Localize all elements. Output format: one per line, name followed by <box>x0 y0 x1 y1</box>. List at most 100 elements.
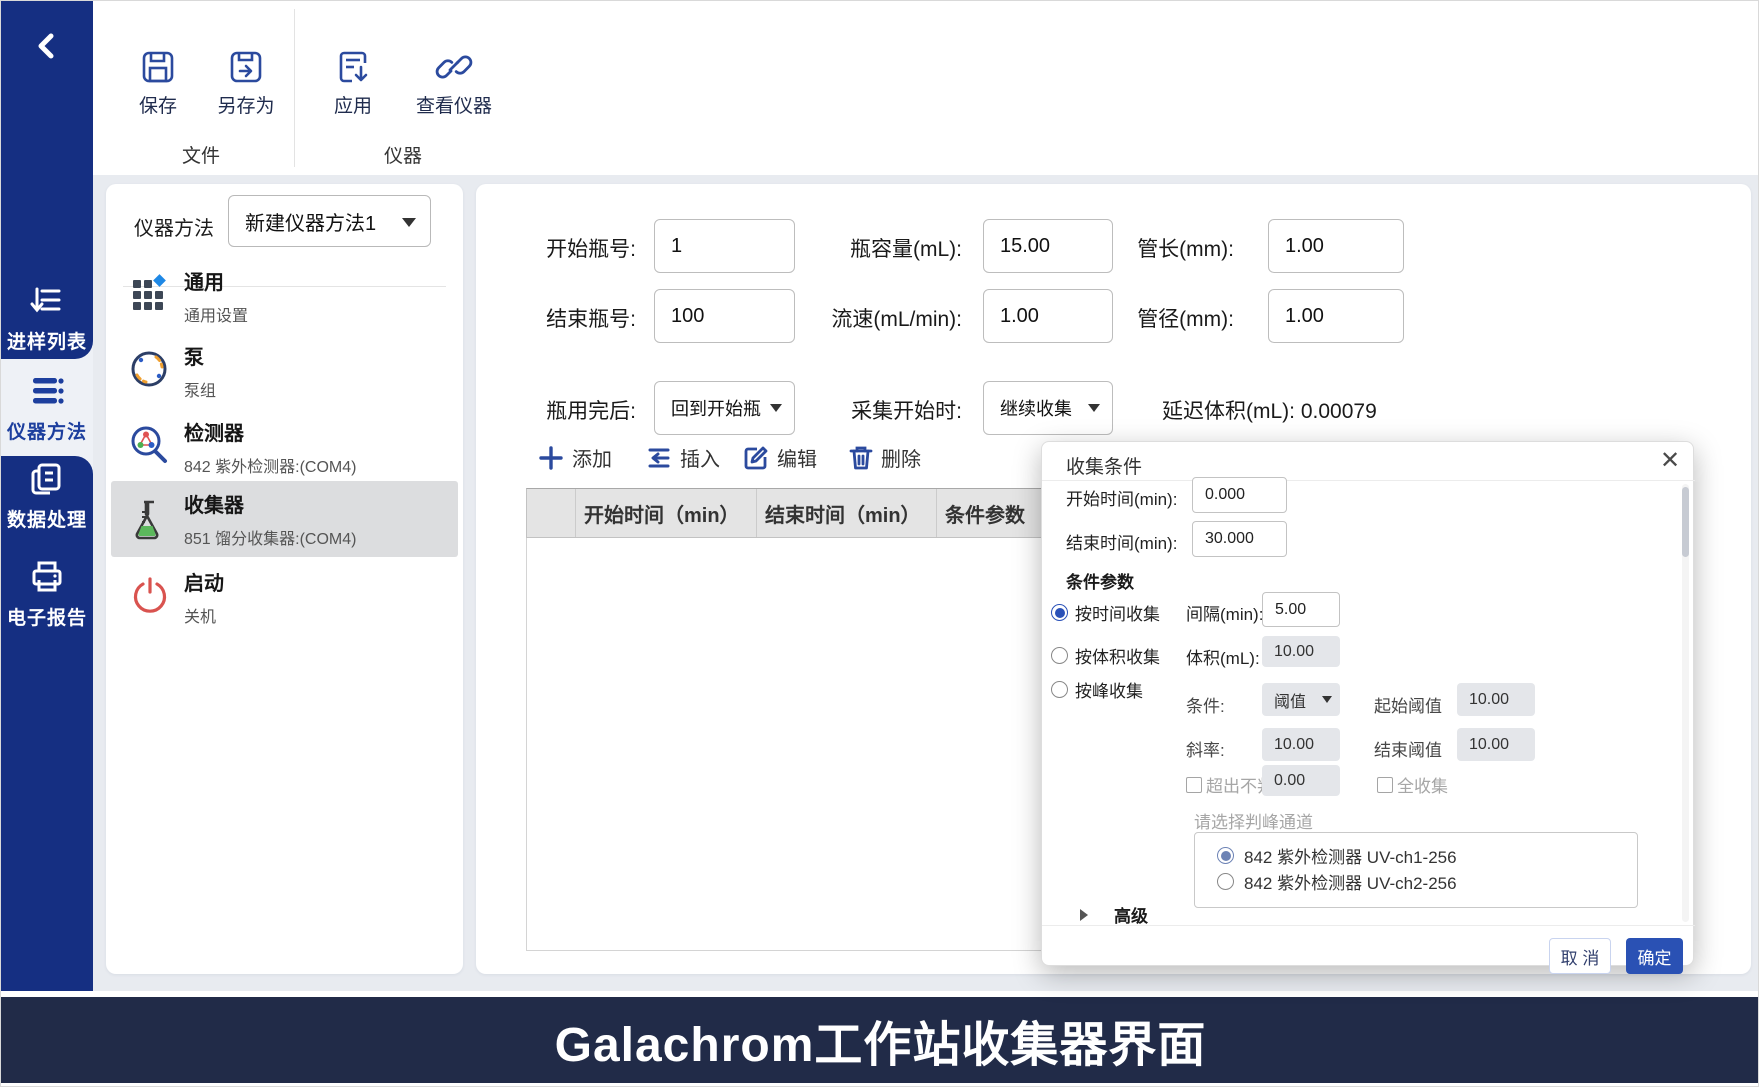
edit-button[interactable]: 编辑 <box>743 443 817 472</box>
delete-button[interactable]: 删除 <box>849 443 921 472</box>
module-item-general[interactable]: 通用 通用设置 <box>106 261 463 333</box>
dlg-start-time-value: 0.000 <box>1205 486 1245 504</box>
view-instrument-label: 查看仪器 <box>406 91 502 118</box>
bottle-volume-label: 瓶容量(mL): <box>771 233 962 263</box>
method-panel: 仪器方法 新建仪器方法1 通用 通用设置 <box>106 184 463 974</box>
plus-icon <box>538 445 564 471</box>
cancel-button[interactable]: 取 消 <box>1549 938 1611 974</box>
module-item-detector[interactable]: 检测器 842 紫外检测器:(COM4) <box>106 412 463 484</box>
dlg-slope-label: 斜率: <box>1186 736 1225 761</box>
ok-button[interactable]: 确定 <box>1626 938 1683 974</box>
collector-flask-icon <box>129 498 169 540</box>
flow-rate-value: 1.00 <box>1000 305 1039 328</box>
dlg-volume-input: 10.00 <box>1262 636 1340 667</box>
advanced-label: 高级 <box>1114 902 1148 927</box>
channel-label: 842 紫外检测器 UV-ch1-256 <box>1244 843 1457 868</box>
apply-button[interactable]: 应用 <box>308 49 398 118</box>
sidebar-item-label: 进样列表 <box>1 327 93 354</box>
dialog-scrollbar-thumb[interactable] <box>1682 487 1689 557</box>
tube-diameter-value: 1.00 <box>1285 305 1324 328</box>
module-item-startup[interactable]: 启动 关机 <box>106 562 463 634</box>
dlg-end-time-label: 结束时间(min): <box>1066 529 1177 554</box>
acquisition-start-label: 采集开始时: <box>771 395 962 425</box>
dlg-start-time-input[interactable]: 0.000 <box>1192 477 1287 513</box>
dlg-end-threshold-label: 结束阈值 <box>1374 736 1442 761</box>
toolbar-group-instrument-label: 仪器 <box>343 141 463 168</box>
table-col-start-time: 开始时间（min） <box>576 489 757 537</box>
module-item-collector[interactable]: 收集器 851 馏分收集器:(COM4) <box>111 481 458 557</box>
dlg-condition-value: 阈值 <box>1274 688 1306 712</box>
view-instrument-button[interactable]: 查看仪器 <box>406 49 502 118</box>
dialog-header-divider <box>1042 480 1695 481</box>
channel-option-1[interactable]: 842 紫外检测器 UV-ch1-256 <box>1217 843 1457 868</box>
radio-icon <box>1051 681 1068 698</box>
add-button[interactable]: 添加 <box>538 443 612 472</box>
apply-label: 应用 <box>308 91 398 118</box>
acquisition-start-value: 继续收集 <box>1000 395 1072 421</box>
injection-list-icon <box>29 283 65 319</box>
apply-icon <box>335 49 371 85</box>
dlg-interval-input[interactable]: 5.00 <box>1262 592 1340 627</box>
insert-button[interactable]: 插入 <box>646 443 720 472</box>
channel-list-box: 842 紫外检测器 UV-ch1-256 842 紫外检测器 UV-ch2-25… <box>1194 832 1638 908</box>
tube-diameter-input[interactable]: 1.00 <box>1268 289 1404 343</box>
dlg-exceed-value: 0.00 <box>1274 772 1305 790</box>
radio-collect-by-volume[interactable]: 按体积收集 <box>1051 643 1160 668</box>
collection-conditions-dialog: 收集条件 ✕ 开始时间(min): 0.000 结束时间(min): 30.00… <box>1041 441 1694 966</box>
radio-collect-by-peak[interactable]: 按峰收集 <box>1051 677 1143 702</box>
save-as-label: 另存为 <box>201 91 291 118</box>
delete-label: 删除 <box>881 443 921 472</box>
app-window: 进样列表 仪器方法 数据处理 <box>0 0 1759 1087</box>
detector-icon <box>129 425 169 465</box>
dlg-condition-label: 条件: <box>1186 692 1225 717</box>
tube-length-input[interactable]: 1.00 <box>1268 219 1404 273</box>
table-col-end-time: 结束时间（min） <box>757 489 937 537</box>
method-select[interactable]: 新建仪器方法1 <box>228 195 431 247</box>
acquisition-start-select[interactable]: 继续收集 <box>983 381 1113 435</box>
radio-icon <box>1217 873 1234 890</box>
sidebar-bottom-segment <box>1 456 93 991</box>
flow-rate-label: 流速(mL/min): <box>771 303 962 333</box>
radio-collect-by-time[interactable]: 按时间收集 <box>1051 600 1160 625</box>
dlg-end-threshold-input: 10.00 <box>1457 728 1535 761</box>
radio-icon <box>1217 847 1234 864</box>
module-subtitle: 泵组 <box>184 377 216 401</box>
radio-icon <box>1051 647 1068 664</box>
channel-label: 842 紫外检测器 UV-ch2-256 <box>1244 869 1457 894</box>
dlg-start-threshold-input: 10.00 <box>1457 683 1535 716</box>
close-icon[interactable]: ✕ <box>1660 451 1680 471</box>
module-title: 泵 <box>184 341 204 370</box>
delay-volume-value: 0.00079 <box>1301 400 1377 423</box>
printer-icon <box>29 559 65 595</box>
delay-volume-label: 延迟体积(mL): <box>1162 400 1295 423</box>
bottle-exhausted-value: 回到开始瓶 <box>671 395 761 421</box>
method-select-value: 新建仪器方法1 <box>245 207 376 236</box>
chevron-down-icon <box>1088 404 1100 412</box>
insert-icon <box>646 445 672 471</box>
dialog-scrollbar[interactable] <box>1682 484 1689 922</box>
module-title: 收集器 <box>184 489 244 518</box>
radio-icon <box>1051 604 1068 621</box>
module-item-pump[interactable]: 泵 泵组 <box>106 336 463 408</box>
link-icon <box>435 49 473 85</box>
checkbox-collect-all: 全收集 <box>1377 772 1448 797</box>
advanced-expander[interactable]: 高级 <box>1080 902 1148 927</box>
channel-option-2[interactable]: 842 紫外检测器 UV-ch2-256 <box>1217 869 1457 894</box>
dlg-slope-input: 10.00 <box>1262 728 1340 761</box>
back-chevron-icon[interactable] <box>34 31 60 61</box>
save-label: 保存 <box>113 91 203 118</box>
insert-label: 插入 <box>680 443 720 472</box>
save-button[interactable]: 保存 <box>113 49 203 118</box>
save-as-button[interactable]: 另存为 <box>201 49 291 118</box>
delay-volume-text: 延迟体积(mL): 0.00079 <box>1162 395 1377 425</box>
dlg-end-time-input[interactable]: 30.000 <box>1192 521 1287 557</box>
dlg-end-time-value: 30.000 <box>1205 530 1254 548</box>
add-label: 添加 <box>572 443 612 472</box>
table-col-select <box>527 489 576 537</box>
caption-text: Galachrom工作站收集器界面 <box>555 1005 1207 1075</box>
chevron-down-icon <box>1322 696 1332 703</box>
tube-diameter-label: 管径(mm): <box>1041 303 1234 333</box>
checkbox-icon <box>1377 777 1393 793</box>
checkbox-icon <box>1186 777 1202 793</box>
radio-label: 按时间收集 <box>1075 600 1160 625</box>
